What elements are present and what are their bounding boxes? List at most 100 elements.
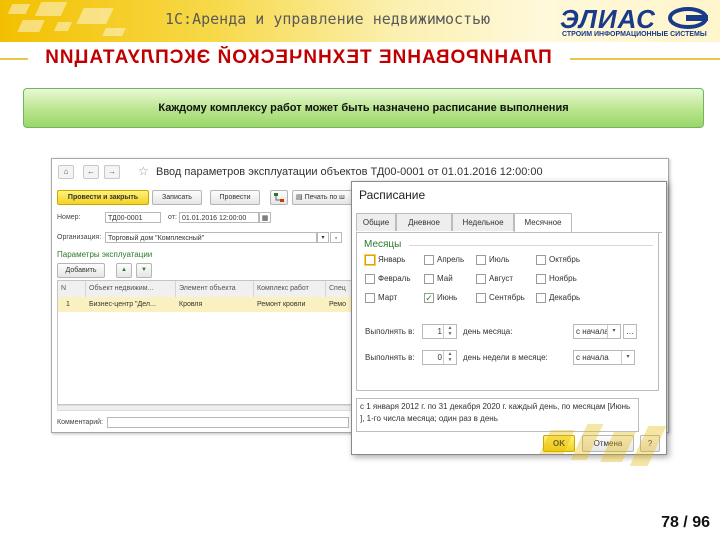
run-day-label: Выполнять в:	[365, 327, 415, 336]
tab-weekly[interactable]: Недельное	[452, 213, 514, 231]
run-weekday-from-value: с начала	[576, 353, 609, 362]
table-row[interactable]: 1 Бизнес-центр "Дел... Кровля Ремонт кро…	[58, 297, 352, 312]
comment-field[interactable]	[107, 417, 349, 428]
cell-element: Кровля	[179, 301, 203, 308]
number-field[interactable]: ТД00-0001	[105, 212, 161, 223]
month-label-september: Сентябрь	[489, 293, 525, 302]
organization-field[interactable]: Торговый дом "Комплексный"	[105, 232, 317, 243]
run-day-from-value: с начала	[576, 327, 609, 336]
dropdown-arrow-icon[interactable]: ▾	[621, 351, 634, 364]
cell-object: Бизнес-центр "Дел...	[89, 301, 156, 308]
month-checkbox-january[interactable]	[365, 255, 375, 265]
page-heading: ПЛАНИРОВАНИЕ ТЕХНИЧЕСКОЙ ЭКСПЛУАТАЦИИ	[44, 47, 552, 68]
params-table: N Объект недвижим... Элемент объекта Ком…	[57, 280, 353, 405]
month-checkbox-december[interactable]	[536, 293, 546, 303]
month-checkbox-may[interactable]	[424, 274, 434, 284]
dropdown-arrow-icon[interactable]: ▾	[607, 325, 620, 338]
page-number: 78 / 96	[661, 514, 710, 531]
dialog-title: Расписание	[359, 188, 426, 202]
params-link[interactable]: Параметры эксплуатации	[57, 250, 152, 259]
run-day-stepper[interactable]: 1 ▲ ▼	[422, 324, 457, 339]
cell-n: 1	[66, 301, 70, 308]
date-label: от:	[168, 214, 177, 221]
logo-swoosh-icon	[668, 7, 708, 29]
calendar-icon[interactable]: ▦	[259, 212, 271, 223]
structure-icon[interactable]	[270, 190, 288, 205]
print-button-label: Печать по ш	[304, 194, 345, 201]
cell-works: Ремонт кровли	[257, 301, 306, 308]
month-label-january: Январь	[378, 255, 406, 264]
month-label-february: Февраль	[378, 274, 411, 283]
organization-label: Организация:	[57, 234, 102, 241]
run-day-value: 1	[437, 327, 442, 336]
header-bar: 1С:Аренда и управление недвижимостью ЭЛИ…	[0, 0, 720, 42]
month-checkbox-march[interactable]	[365, 293, 375, 303]
tab-general[interactable]: Общие	[356, 213, 396, 231]
month-label-august: Август	[489, 274, 514, 283]
organization-dropdown-icon[interactable]: ▾	[317, 232, 329, 243]
tab-daily[interactable]: Дневное	[396, 213, 452, 231]
info-banner: Каждому комплексу работ может быть назна…	[23, 88, 704, 128]
printer-icon: ▤	[296, 194, 305, 201]
add-row-button[interactable]: Добавить	[57, 263, 105, 278]
company-logo: ЭЛИАС СТРОИМ ИНФОРМАЦИОННЫЕ СИСТЕМЫ	[560, 4, 710, 40]
favorite-star-icon[interactable]: ☆	[138, 164, 149, 178]
stepper-arrows-icon[interactable]: ▲ ▼	[443, 325, 456, 338]
run-weekday-from-select[interactable]: с начала ▾	[573, 350, 635, 365]
month-label-june: Июнь	[437, 293, 458, 302]
tab-monthly[interactable]: Месячное	[514, 213, 572, 232]
back-arrow-icon[interactable]: ←	[83, 165, 99, 179]
month-checkbox-june[interactable]: ✓	[424, 293, 434, 303]
move-up-icon[interactable]: ▲	[116, 263, 132, 278]
column-header-n[interactable]: N	[58, 281, 86, 297]
watermark-decoration	[535, 420, 667, 480]
stepper-arrows-icon[interactable]: ▲ ▼	[443, 351, 456, 364]
more-icon[interactable]: …	[623, 324, 637, 339]
header-decoration	[0, 0, 150, 42]
date-field[interactable]: 01.01.2016 12:00:00	[179, 212, 259, 223]
monthly-panel: Месяцы Январь Апрель Июль Октябрь Феврал…	[356, 232, 659, 391]
month-label-may: Май	[437, 274, 453, 283]
months-divider	[409, 245, 653, 246]
move-down-icon[interactable]: ▼	[136, 263, 152, 278]
schedule-tabs: Общие Дневное Недельное Месячное	[356, 213, 662, 233]
month-label-april: Апрель	[437, 255, 465, 264]
month-checkbox-april[interactable]	[424, 255, 434, 265]
month-checkbox-october[interactable]	[536, 255, 546, 265]
heading-rule-right	[570, 58, 720, 60]
column-header-spec[interactable]: Спец	[326, 281, 352, 297]
post-and-close-button[interactable]: Провести и закрыть	[57, 190, 149, 205]
column-header-object[interactable]: Объект недвижим...	[86, 281, 176, 297]
month-label-july: Июль	[489, 255, 510, 264]
horizontal-scrollbar[interactable]	[57, 405, 353, 411]
cell-spec: Ремо	[329, 301, 346, 308]
number-label: Номер:	[57, 214, 81, 221]
run-weekday-stepper[interactable]: 0 ▲ ▼	[422, 350, 457, 365]
month-label-december: Декабрь	[549, 293, 581, 302]
run-day-from-select[interactable]: с начала ▾	[573, 324, 621, 339]
post-button[interactable]: Провести	[210, 190, 260, 205]
table-header: N Объект недвижим... Элемент объекта Ком…	[58, 281, 352, 298]
month-checkbox-february[interactable]	[365, 274, 375, 284]
run-weekday-value: 0	[437, 353, 442, 362]
heading-rule-left	[0, 58, 28, 60]
month-checkbox-july[interactable]	[476, 255, 486, 265]
run-weekday-unit: день недели в месяце:	[463, 353, 548, 362]
home-icon[interactable]: ⌂	[58, 165, 74, 179]
schedule-dialog: Расписание Общие Дневное Недельное Месяч…	[351, 181, 667, 455]
run-day-unit: день месяца:	[463, 327, 513, 336]
comment-label: Комментарий:	[57, 419, 104, 426]
column-header-element[interactable]: Элемент объекта	[176, 281, 254, 297]
month-checkbox-september[interactable]	[476, 293, 486, 303]
organization-open-icon[interactable]: ▫	[330, 232, 342, 243]
save-button[interactable]: Записать	[152, 190, 202, 205]
window-titlebar: ⌂ ← → ☆ Ввод параметров эксплуатации объ…	[52, 159, 668, 183]
month-label-march: Март	[378, 293, 398, 302]
column-header-works[interactable]: Комплекс работ	[254, 281, 326, 297]
forward-arrow-icon[interactable]: →	[104, 165, 120, 179]
app-title: 1С:Аренда и управление недвижимостью	[165, 10, 491, 28]
month-checkbox-august[interactable]	[476, 274, 486, 284]
month-checkbox-november[interactable]	[536, 274, 546, 284]
month-label-october: Октябрь	[549, 255, 581, 264]
logo-subtitle: СТРОИМ ИНФОРМАЦИОННЫЕ СИСТЕМЫ	[562, 31, 707, 38]
